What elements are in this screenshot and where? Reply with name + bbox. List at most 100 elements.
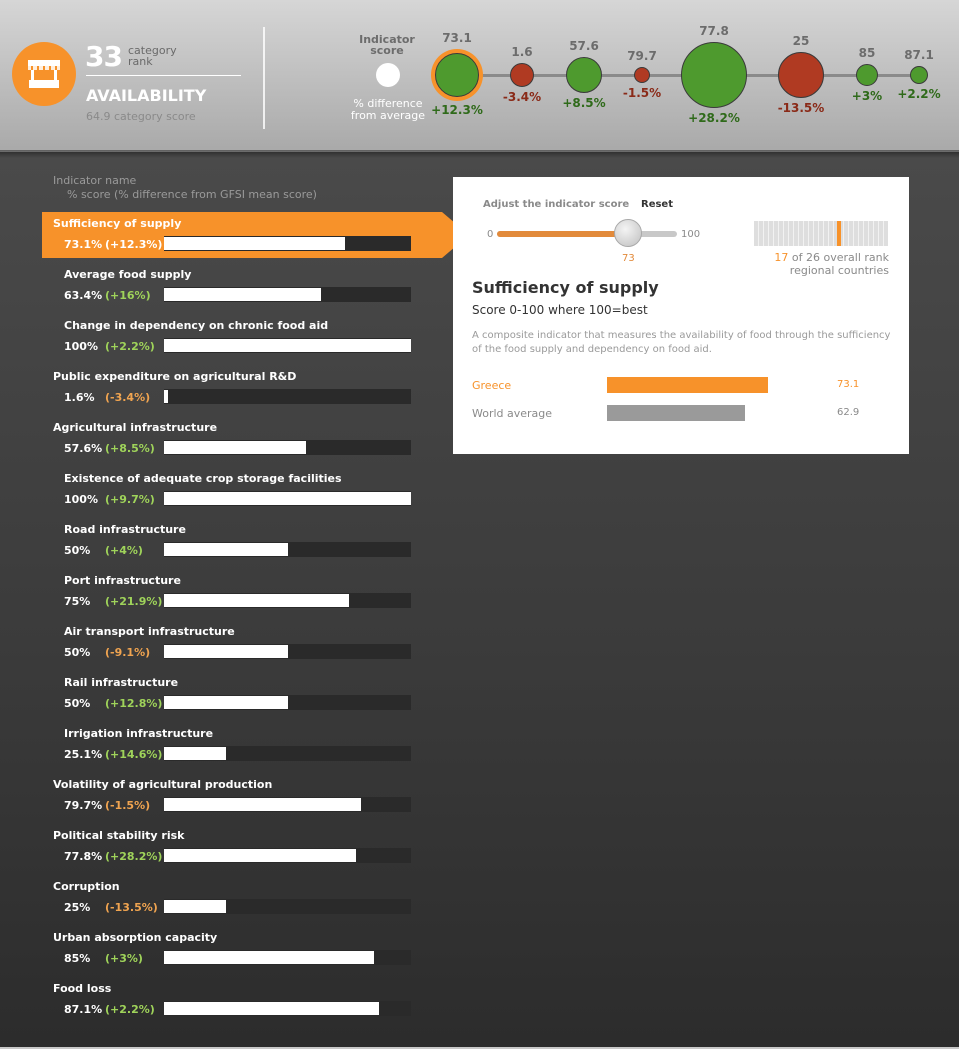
indicator-row[interactable]: Volatility of agricultural production 79.… <box>0 773 470 821</box>
bubble-score: 77.8 <box>699 24 729 38</box>
indicator-name: Sufficiency of supply <box>53 217 182 230</box>
indicator-row[interactable]: Port infrastructure 75% (+21.9%) <box>0 569 470 617</box>
comparison-bar <box>607 377 768 393</box>
bubble-score: 85 <box>858 46 876 60</box>
bubble-diff: -1.5% <box>622 86 662 100</box>
reset-button[interactable]: Reset <box>641 199 673 210</box>
indicator-percent: 50% <box>64 646 91 659</box>
indicator-bar-track <box>164 797 411 812</box>
indicator-bar-fill <box>164 594 350 607</box>
indicator-bar-fill <box>164 339 411 352</box>
indicator-row[interactable]: Food loss 87.1% (+2.2%) <box>0 977 470 1025</box>
comparison-bar <box>607 405 746 421</box>
indicator-diff: (+16%) <box>105 289 151 302</box>
indicator-name: Urban absorption capacity <box>53 931 218 944</box>
indicator-diff: (+21.9%) <box>105 595 163 608</box>
indicator-percent: 1.6% <box>64 391 95 404</box>
indicator-bubble[interactable] <box>634 67 650 83</box>
indicator-bubble[interactable] <box>910 66 928 84</box>
indicator-percent: 63.4% <box>64 289 103 302</box>
category-score: 64.9 category score <box>86 110 196 123</box>
indicator-name: Political stability risk <box>53 829 185 842</box>
rank-marker <box>837 221 842 246</box>
indicator-row[interactable]: Sufficiency of supply 73.1% (+12.3%) <box>0 212 470 260</box>
bubble-score: 73.1 <box>442 31 472 45</box>
indicator-bubble[interactable] <box>435 53 479 97</box>
indicator-diff: (+12.3%) <box>105 238 163 251</box>
indicator-bar-fill <box>164 900 226 913</box>
indicator-percent: 100% <box>64 493 98 506</box>
header-shadow <box>0 150 959 158</box>
indicator-bubble[interactable] <box>778 52 824 98</box>
indicator-bar-fill <box>164 390 168 403</box>
indicator-diff: (-9.1%) <box>105 646 151 659</box>
indicator-bar-fill <box>164 492 411 505</box>
category-name: AVAILABILITY <box>86 86 207 105</box>
indicator-bar-track <box>164 1001 411 1016</box>
indicator-diff: (+9.7%) <box>105 493 155 506</box>
bubble-score: 25 <box>792 34 810 48</box>
indicator-bar-track <box>164 695 411 710</box>
indicator-bar-track <box>164 899 411 914</box>
legend-score-label: Indicator score <box>359 33 415 57</box>
indicator-percent: 79.7% <box>64 799 103 812</box>
bubble-score: 79.7 <box>627 49 657 63</box>
comparison-value: 62.9 <box>837 407 860 418</box>
indicator-row[interactable]: Irrigation infrastructure 25.1% (+14.6%) <box>0 722 470 770</box>
market-stall-icon <box>12 42 76 106</box>
indicator-percent: 25.1% <box>64 748 103 761</box>
bubble-diff: +2.2% <box>897 87 941 101</box>
indicator-bubble[interactable] <box>510 63 534 87</box>
indicator-name: Average food supply <box>64 268 192 281</box>
category-header: 33 category rank AVAILABILITY 64.9 categ… <box>0 0 959 152</box>
indicator-name: Irrigation infrastructure <box>64 727 214 740</box>
indicator-percent: 85% <box>64 952 91 965</box>
indicator-row[interactable]: Corruption 25% (-13.5%) <box>0 875 470 923</box>
indicator-diff: (+28.2%) <box>105 850 163 863</box>
indicator-bar-fill <box>164 288 321 301</box>
indicator-bar-track <box>164 542 411 557</box>
bubble-score: 57.6 <box>569 39 599 53</box>
indicator-row[interactable]: Urban absorption capacity 85% (+3%) <box>0 926 470 974</box>
indicator-row[interactable]: Agricultural infrastructure 57.6% (+8.5%) <box>0 416 470 464</box>
indicator-percent: 50% <box>64 544 91 557</box>
indicator-percent: 73.1% <box>64 238 103 251</box>
indicator-row[interactable]: Average food supply 63.4% (+16%) <box>0 263 470 311</box>
indicator-diff: (-1.5%) <box>105 799 151 812</box>
indicator-row[interactable]: Air transport infrastructure 50% (-9.1%) <box>0 620 470 668</box>
indicator-row[interactable]: Rail infrastructure 50% (+12.8%) <box>0 671 470 719</box>
indicator-bubble[interactable] <box>856 64 878 86</box>
indicator-row[interactable]: Change in dependency on chronic food aid… <box>0 314 470 362</box>
bubble-score: 1.6 <box>511 45 533 59</box>
divider <box>263 27 265 129</box>
indicator-bar-track <box>164 440 411 455</box>
bubble-diff: -3.4% <box>502 90 542 104</box>
indicator-row[interactable]: Public expenditure on agricultural R&D 1.… <box>0 365 470 413</box>
indicator-bar-fill <box>164 237 345 250</box>
bubble-diff: +28.2% <box>688 111 740 125</box>
indicator-bar-track <box>164 950 411 965</box>
slider-handle[interactable] <box>614 219 643 247</box>
list-header-score: % score (% difference from GFSI mean sco… <box>67 188 317 201</box>
indicator-diff: (-3.4%) <box>105 391 151 404</box>
indicator-row[interactable]: Existence of adequate crop storage facil… <box>0 467 470 515</box>
divider <box>86 75 241 76</box>
indicator-bar-fill <box>164 798 361 811</box>
indicator-bubble[interactable] <box>681 42 747 108</box>
slider-max-label: 100 <box>681 229 701 240</box>
bubble-diff: +3% <box>851 89 883 103</box>
indicator-bubble[interactable] <box>566 57 602 93</box>
indicator-bar-fill <box>164 441 307 454</box>
indicator-bar-track <box>164 593 411 608</box>
indicator-row[interactable]: Road infrastructure 50% (+4%) <box>0 518 470 566</box>
indicator-bar-fill <box>164 696 288 709</box>
slider-value: 73 <box>622 253 635 264</box>
indicator-diff: (+4%) <box>105 544 143 557</box>
indicator-bar-track <box>164 848 411 863</box>
bubble-diff: +8.5% <box>562 96 606 110</box>
score-slider[interactable] <box>497 231 677 237</box>
indicator-row[interactable]: Political stability risk 77.8% (+28.2%) <box>0 824 470 872</box>
indicator-diff: (+2.2%) <box>105 1003 155 1016</box>
indicator-bar-track <box>164 236 411 251</box>
indicator-diff: (+8.5%) <box>105 442 155 455</box>
